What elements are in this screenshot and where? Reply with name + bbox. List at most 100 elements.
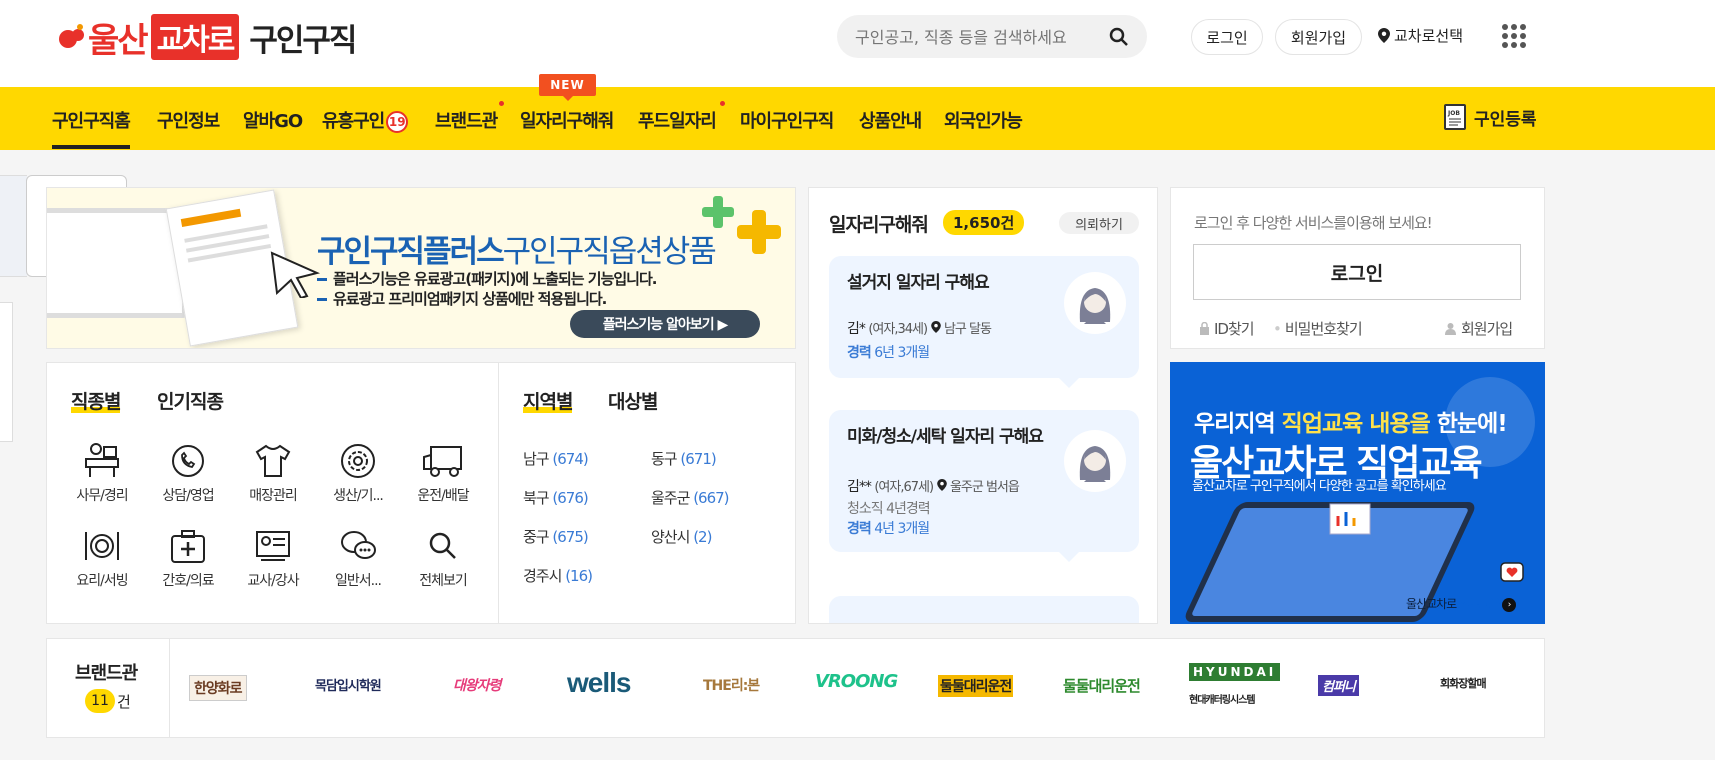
region-select[interactable]: 교차로선택: [1378, 25, 1463, 46]
job-request-item-partial[interactable]: [829, 596, 1139, 623]
brand-count-value: 11: [85, 689, 115, 713]
location-pin-icon: [1378, 28, 1390, 43]
login-button[interactable]: 로그인: [1191, 19, 1263, 55]
avatar: [1064, 272, 1126, 334]
side-panel-edge-lower: [0, 302, 13, 442]
cat-view-all-label: 전체보기: [419, 573, 468, 589]
tab-by-region[interactable]: 지역별: [523, 387, 573, 414]
brand-logo[interactable]: 대왕자령: [453, 675, 502, 695]
region-count: (676): [552, 489, 588, 507]
banner-title-rest: 구인구직옵션상품: [502, 234, 717, 270]
plus-banner[interactable]: 구인구직플러스구인구직옵션상품 플러스기능은 유료광고(패키지)에 노출되는 기…: [46, 187, 796, 349]
request-info: (여자,67세): [874, 480, 934, 495]
nav-my-page[interactable]: 마이구인구직: [740, 107, 834, 133]
brand-logo[interactable]: HYUNDAI: [1189, 663, 1281, 681]
brand-logo[interactable]: 컴퍼니: [1318, 675, 1359, 696]
search-input[interactable]: [855, 26, 1095, 48]
nav-brand[interactable]: 브랜드관: [435, 107, 498, 133]
request-person: 김* (여자,34세) 남구 달동: [847, 318, 992, 338]
brand-logo[interactable]: 둘둘대리운전: [1063, 675, 1141, 696]
bee-logo-icon: [59, 24, 84, 48]
job-request-item[interactable]: 미화/청소/세탁 일자리 구해요 김** (여자,67세) 울주군 범서읍 청소…: [829, 410, 1139, 562]
region-count: (675): [552, 528, 588, 546]
region-item[interactable]: 동구 (671): [651, 448, 717, 469]
signup-button[interactable]: 회원가입: [1275, 19, 1362, 55]
cat-delivery[interactable]: 운전/배달: [402, 443, 484, 505]
job-request-item[interactable]: 설거지 일자리 구해요 김* (여자,34세) 남구 달동 경력 6년 3개월: [829, 256, 1139, 388]
brand-logo[interactable]: 둘둘대리운전: [938, 675, 1014, 697]
brand-title: 브랜드관: [75, 663, 138, 684]
request-experience: 경력 6년 3개월: [847, 342, 930, 362]
edu-line-3: 울산교차로 구인구직에서 다양한 공고를 확인하세요: [1192, 479, 1447, 494]
find-id-label: ID찾기: [1214, 320, 1255, 338]
signup-link[interactable]: 회원가입: [1444, 318, 1513, 339]
nav-job-info[interactable]: 구인정보: [157, 107, 220, 133]
exp-value: 6년 3개월: [874, 345, 930, 361]
cat-service[interactable]: 일반서...: [317, 528, 399, 590]
cat-sales[interactable]: 상담/영업: [147, 443, 229, 505]
logo-region: 울산: [88, 20, 149, 61]
request-button[interactable]: 의뢰하기: [1059, 212, 1139, 234]
cat-view-all[interactable]: 전체보기: [402, 528, 484, 590]
all-menu-icon[interactable]: [1502, 24, 1526, 48]
brand-logo-sub: 현대캐터링시스템: [1189, 695, 1256, 706]
tab-popular-job[interactable]: 인기직종: [157, 387, 224, 414]
job-request-title: 일자리구해줘: [829, 214, 929, 236]
chevron-right-icon: ›: [1502, 597, 1517, 612]
region-item[interactable]: 남구 (674): [523, 448, 589, 469]
tab-by-target[interactable]: 대상별: [608, 387, 658, 414]
logo-suffix: 구인구직: [249, 22, 357, 59]
nav-find-job[interactable]: 일자리구해줘: [520, 107, 614, 133]
nav-food-job[interactable]: 푸드일자리: [638, 107, 717, 133]
plus-learn-more-button[interactable]: 플러스기능 알아보기 ▶: [570, 310, 760, 338]
cat-production[interactable]: 생산/기...: [317, 443, 399, 505]
chat-bubble-icon: [341, 531, 376, 559]
svg-text:JOB: JOB: [1447, 110, 1460, 117]
cat-medical[interactable]: 간호/의료: [147, 528, 229, 590]
find-password-link[interactable]: • 비밀번호찾기: [1273, 318, 1363, 339]
tab-by-job[interactable]: 직종별: [71, 387, 121, 414]
job-register-label: 구인등록: [1474, 109, 1537, 130]
request-info: (여자,34세): [868, 322, 928, 337]
region-count: (2): [693, 528, 712, 546]
login-submit-button[interactable]: 로그인: [1193, 244, 1521, 300]
nav-entertainment[interactable]: 유흥구인 19: [322, 107, 409, 133]
cat-teacher[interactable]: 교사/강사: [232, 528, 314, 590]
region-select-label: 교차로선택: [1394, 27, 1464, 45]
cat-delivery-label: 운전/배달: [417, 488, 469, 504]
region-item[interactable]: 중구 (675): [523, 526, 589, 547]
edu-footer-a: 울산교차로: [1406, 597, 1460, 611]
site-logo[interactable]: 울산 교차로 구인구직: [56, 14, 357, 61]
age-19-badge: 19: [386, 111, 409, 133]
job-education-banner[interactable]: 우리지역 직업교육 내용을 한눈에! 울산교차로 직업교육 울산교차로 구인구직…: [1170, 362, 1545, 624]
region-item[interactable]: 북구 (676): [523, 487, 589, 508]
edu-line-1: 우리지역 직업교육 내용을 한눈에!: [1194, 404, 1508, 438]
request-name: 김*: [847, 321, 866, 337]
plate-cutlery-icon: [85, 532, 119, 560]
brand-logo[interactable]: 한양화로: [189, 675, 247, 701]
region-item[interactable]: 경주시 (16): [523, 565, 593, 586]
office-desk-icon: [85, 443, 119, 477]
brand-logo[interactable]: VROONG: [815, 671, 898, 692]
region-item[interactable]: 양산시 (2): [651, 526, 712, 547]
request-experience: 경력 4년 3개월: [847, 518, 930, 538]
nav-foreigner[interactable]: 외국인가능: [944, 107, 1023, 133]
request-person: 김** (여자,67세) 울주군 범서읍: [847, 476, 1020, 496]
job-register-button[interactable]: JOB 구인등록: [1444, 104, 1537, 130]
new-tag: NEW: [539, 74, 596, 101]
brand-logo[interactable]: 목담입시학원: [315, 675, 382, 694]
nav-alba-go[interactable]: 알바GO: [243, 107, 303, 133]
shirt-icon: [255, 444, 291, 477]
cat-cooking[interactable]: 요리/서빙: [61, 528, 143, 590]
cat-store[interactable]: 매장관리: [232, 443, 314, 505]
search-icon[interactable]: [1109, 27, 1129, 47]
brand-logo[interactable]: wells: [567, 667, 631, 699]
region-item[interactable]: 울주군 (667): [651, 487, 730, 508]
nav-home[interactable]: 구인구직홈: [52, 107, 131, 149]
brand-logo[interactable]: THE리:본: [703, 675, 760, 695]
nav-products[interactable]: 상품안내: [859, 107, 922, 133]
cat-office[interactable]: 사무/경리: [61, 443, 143, 505]
brand-logo[interactable]: 회화장할매: [1440, 675, 1487, 691]
find-id-link[interactable]: ID찾기: [1199, 318, 1255, 339]
banner-title-bold: 구인구직플러스: [317, 234, 505, 270]
